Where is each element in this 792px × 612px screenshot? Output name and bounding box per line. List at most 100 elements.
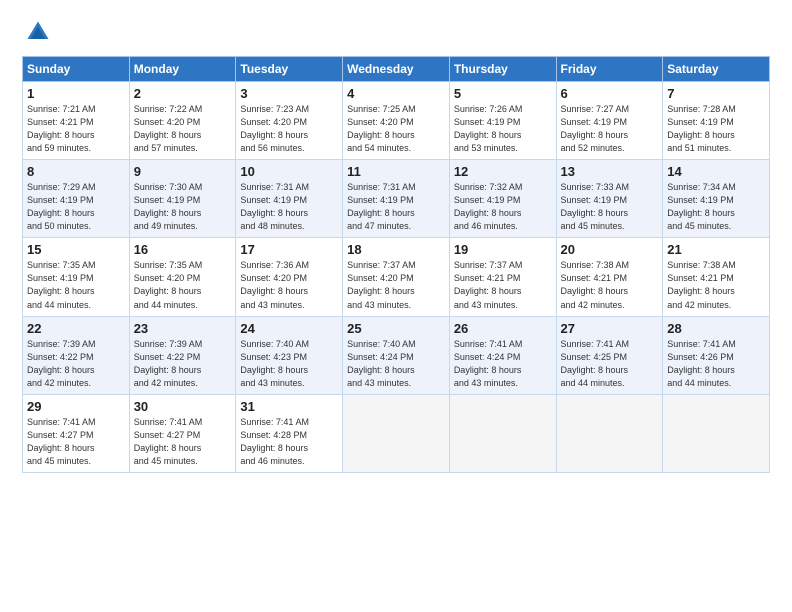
calendar-cell: 25 Sunrise: 7:40 AMSunset: 4:24 PMDayligh… [343,316,450,394]
calendar-cell: 20 Sunrise: 7:38 AMSunset: 4:21 PMDayligh… [556,238,663,316]
day-number: 19 [454,242,552,257]
calendar-cell: 15Sunrise: 7:35 AMSunset: 4:19 PMDayligh… [23,238,130,316]
calendar-cell: 23Sunrise: 7:39 AMSunset: 4:22 PMDayligh… [129,316,236,394]
cell-info: Sunrise: 7:38 AMSunset: 4:21 PMDaylight:… [561,259,659,311]
cell-info: Sunrise: 7:33 AMSunset: 4:19 PMDaylight:… [561,181,659,233]
cell-info: Sunrise: 7:31 AMSunset: 4:19 PMDaylight:… [347,181,445,233]
calendar-cell: 11Sunrise: 7:31 AMSunset: 4:19 PMDayligh… [343,160,450,238]
cell-info: Sunrise: 7:40 AMSunset: 4:23 PMDaylight:… [240,338,338,390]
cell-info: Sunrise: 7:38 AMSunset: 4:21 PMDaylight:… [667,259,765,311]
day-number: 14 [667,164,765,179]
cell-info: Sunrise: 7:23 AMSunset: 4:20 PMDaylight:… [240,103,338,155]
calendar-table: SundayMondayTuesdayWednesdayThursdayFrid… [22,56,770,473]
calendar-cell: 2 Sunrise: 7:22 AMSunset: 4:20 PMDaylight… [129,82,236,160]
calendar-cell [556,394,663,472]
calendar-cell: 17 Sunrise: 7:36 AMSunset: 4:20 PMDayligh… [236,238,343,316]
day-number: 27 [561,321,659,336]
day-number: 8 [27,164,125,179]
day-number: 13 [561,164,659,179]
day-number: 5 [454,86,552,101]
calendar-cell: 24 Sunrise: 7:40 AMSunset: 4:23 PMDayligh… [236,316,343,394]
col-header-tuesday: Tuesday [236,57,343,82]
calendar-week-row: 22 Sunrise: 7:39 AMSunset: 4:22 PMDayligh… [23,316,770,394]
calendar-week-row: 29 Sunrise: 7:41 AMSunset: 4:27 PMDayligh… [23,394,770,472]
calendar-cell: 18 Sunrise: 7:37 AMSunset: 4:20 PMDayligh… [343,238,450,316]
col-header-wednesday: Wednesday [343,57,450,82]
day-number: 28 [667,321,765,336]
cell-info: Sunrise: 7:41 AMSunset: 4:27 PMDaylight:… [134,416,232,468]
calendar-cell: 13 Sunrise: 7:33 AMSunset: 4:19 PMDayligh… [556,160,663,238]
cell-info: Sunrise: 7:40 AMSunset: 4:24 PMDaylight:… [347,338,445,390]
day-number: 25 [347,321,445,336]
day-number: 12 [454,164,552,179]
col-header-monday: Monday [129,57,236,82]
calendar-week-row: 15Sunrise: 7:35 AMSunset: 4:19 PMDayligh… [23,238,770,316]
calendar-cell [663,394,770,472]
logo [22,18,56,46]
day-number: 26 [454,321,552,336]
day-number: 3 [240,86,338,101]
calendar-cell: 19 Sunrise: 7:37 AMSunset: 4:21 PMDayligh… [449,238,556,316]
header-row: SundayMondayTuesdayWednesdayThursdayFrid… [23,57,770,82]
calendar-cell: 6 Sunrise: 7:27 AMSunset: 4:19 PMDaylight… [556,82,663,160]
day-number: 16 [134,242,232,257]
calendar-cell [343,394,450,472]
calendar-cell: 12 Sunrise: 7:32 AMSunset: 4:19 PMDayligh… [449,160,556,238]
cell-info: Sunrise: 7:36 AMSunset: 4:20 PMDaylight:… [240,259,338,311]
calendar-week-row: 8 Sunrise: 7:29 AMSunset: 4:19 PMDaylight… [23,160,770,238]
calendar-cell: 22Sunrise: 7:39 AMSunset: 4:22 PMDayligh… [23,316,130,394]
day-number: 7 [667,86,765,101]
header [22,18,770,46]
day-number: 30 [134,399,232,414]
cell-info: Sunrise: 7:35 AMSunset: 4:20 PMDaylight:… [134,259,232,311]
cell-info: Sunrise: 7:21 AMSunset: 4:21 PMDaylight:… [27,103,125,155]
cell-info: Sunrise: 7:41 AMSunset: 4:28 PMDaylight:… [240,416,338,468]
cell-info: Sunrise: 7:30 AMSunset: 4:19 PMDaylight:… [134,181,232,233]
calendar-cell: 27 Sunrise: 7:41 AMSunset: 4:25 PMDayligh… [556,316,663,394]
cell-info: Sunrise: 7:22 AMSunset: 4:20 PMDaylight:… [134,103,232,155]
cell-info: Sunrise: 7:39 AMSunset: 4:22 PMDaylight:… [134,338,232,390]
day-number: 24 [240,321,338,336]
day-number: 22 [27,321,125,336]
day-number: 4 [347,86,445,101]
day-number: 31 [240,399,338,414]
calendar-cell: 10 Sunrise: 7:31 AMSunset: 4:19 PMDayligh… [236,160,343,238]
cell-info: Sunrise: 7:27 AMSunset: 4:19 PMDaylight:… [561,103,659,155]
col-header-sunday: Sunday [23,57,130,82]
cell-info: Sunrise: 7:29 AMSunset: 4:19 PMDaylight:… [27,181,125,233]
col-header-thursday: Thursday [449,57,556,82]
day-number: 18 [347,242,445,257]
calendar-cell: 16 Sunrise: 7:35 AMSunset: 4:20 PMDayligh… [129,238,236,316]
day-number: 10 [240,164,338,179]
day-number: 17 [240,242,338,257]
cell-info: Sunrise: 7:41 AMSunset: 4:24 PMDaylight:… [454,338,552,390]
cell-info: Sunrise: 7:32 AMSunset: 4:19 PMDaylight:… [454,181,552,233]
cell-info: Sunrise: 7:31 AMSunset: 4:19 PMDaylight:… [240,181,338,233]
cell-info: Sunrise: 7:35 AMSunset: 4:19 PMDaylight:… [27,259,125,311]
calendar-cell [449,394,556,472]
cell-info: Sunrise: 7:37 AMSunset: 4:20 PMDaylight:… [347,259,445,311]
day-number: 2 [134,86,232,101]
calendar-cell: 9 Sunrise: 7:30 AMSunset: 4:19 PMDaylight… [129,160,236,238]
day-number: 9 [134,164,232,179]
page: SundayMondayTuesdayWednesdayThursdayFrid… [0,0,792,612]
calendar-cell: 8 Sunrise: 7:29 AMSunset: 4:19 PMDaylight… [23,160,130,238]
calendar-cell: 21Sunrise: 7:38 AMSunset: 4:21 PMDayligh… [663,238,770,316]
cell-info: Sunrise: 7:26 AMSunset: 4:19 PMDaylight:… [454,103,552,155]
cell-info: Sunrise: 7:41 AMSunset: 4:26 PMDaylight:… [667,338,765,390]
cell-info: Sunrise: 7:41 AMSunset: 4:25 PMDaylight:… [561,338,659,390]
cell-info: Sunrise: 7:37 AMSunset: 4:21 PMDaylight:… [454,259,552,311]
calendar-week-row: 1Sunrise: 7:21 AMSunset: 4:21 PMDaylight… [23,82,770,160]
day-number: 6 [561,86,659,101]
calendar-cell: 1Sunrise: 7:21 AMSunset: 4:21 PMDaylight… [23,82,130,160]
col-header-saturday: Saturday [663,57,770,82]
calendar-cell: 14 Sunrise: 7:34 AMSunset: 4:19 PMDayligh… [663,160,770,238]
day-number: 29 [27,399,125,414]
calendar-cell: 4Sunrise: 7:25 AMSunset: 4:20 PMDaylight… [343,82,450,160]
cell-info: Sunrise: 7:34 AMSunset: 4:19 PMDaylight:… [667,181,765,233]
day-number: 20 [561,242,659,257]
col-header-friday: Friday [556,57,663,82]
cell-info: Sunrise: 7:41 AMSunset: 4:27 PMDaylight:… [27,416,125,468]
calendar-cell: 3 Sunrise: 7:23 AMSunset: 4:20 PMDaylight… [236,82,343,160]
logo-icon [24,18,52,46]
